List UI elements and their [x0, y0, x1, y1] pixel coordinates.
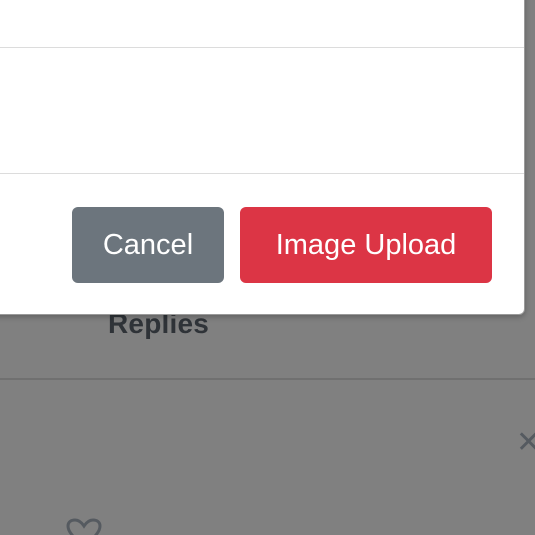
- modal-dialog: Cancel Image Upload: [0, 0, 525, 315]
- modal-header-divider: [0, 47, 524, 48]
- background-divider: [0, 378, 535, 380]
- cancel-button[interactable]: Cancel: [72, 207, 224, 283]
- close-icon[interactable]: ✕: [516, 428, 535, 458]
- modal-footer-divider: [0, 173, 524, 174]
- heart-icon[interactable]: [66, 518, 102, 535]
- image-upload-button[interactable]: Image Upload: [240, 207, 492, 283]
- page: Replies ✕ Cancel Image Upload: [0, 0, 535, 535]
